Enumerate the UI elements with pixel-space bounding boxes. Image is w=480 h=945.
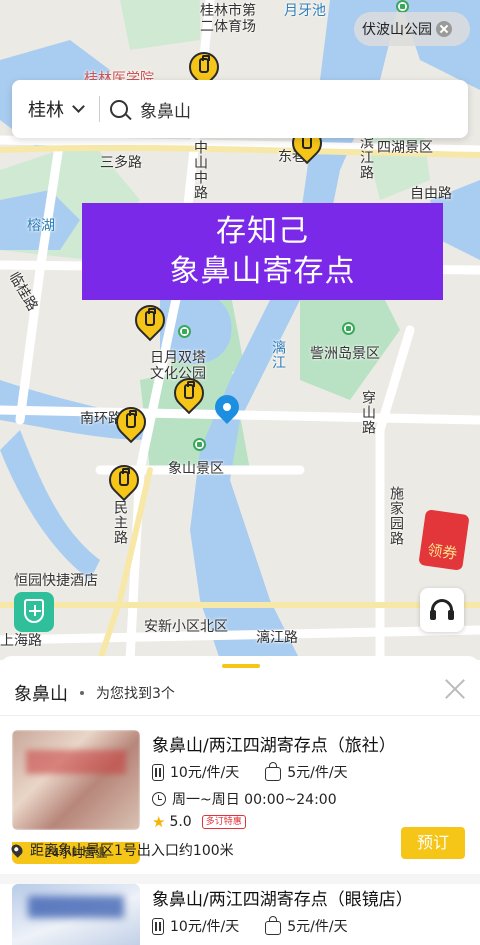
sheet-handle[interactable] (222, 664, 260, 668)
park-icon (342, 322, 355, 335)
customer-service-button[interactable] (420, 588, 464, 632)
store-photo (12, 730, 140, 830)
banner-line-2: 象鼻山寄存点 (169, 254, 356, 289)
divider (99, 96, 100, 122)
storage-pin[interactable] (167, 371, 211, 420)
bag-price: 5元/件/天 (287, 765, 348, 781)
luggage-price: 10元/件/天 (170, 765, 240, 781)
city-label: 桂林 (28, 100, 64, 121)
clock-icon (152, 792, 166, 806)
promo-badge: 多订特惠 (201, 815, 246, 829)
list-item[interactable]: 24小时营业 象鼻山/两江四湖寄存点（旅社） 10元/件/天 5元/件/天 周一… (0, 716, 480, 876)
store-name: 象鼻山/两江四湖寄存点（眼镜店） (152, 890, 413, 910)
luggage-price: 10元/件/天 (170, 919, 240, 935)
store-name: 象鼻山/两江四湖寄存点（旅社） (152, 736, 396, 756)
star-icon: ★ (152, 813, 166, 831)
map-label-hengyuan: 恒园快捷酒店 (14, 573, 98, 589)
map-label-zizhu: 自由路 (410, 186, 452, 202)
coupon-label: 领券 (418, 509, 470, 571)
camera-spot-icon (193, 438, 206, 451)
insurance-button[interactable] (14, 592, 54, 632)
chevron-down-icon (72, 100, 85, 113)
distance-text: 距离象山景区1号出入口约100米 (30, 843, 234, 859)
rating-value: 5.0 (169, 814, 192, 830)
headset-icon (430, 599, 454, 620)
map-view[interactable]: 桂林市第 二体育场 月牙池 桂林医学院 三多路 东巷 四湖景区 自由路 榕湖 临… (0, 0, 480, 660)
map-label-lijiang-road: 漓江路 (256, 630, 298, 646)
bag-price: 5元/件/天 (287, 919, 348, 935)
shield-icon (24, 599, 44, 623)
close-icon[interactable] (444, 678, 466, 700)
distance-row: 距离象山景区1号出入口约100米 (9, 840, 234, 860)
location-icon (9, 842, 25, 858)
results-sheet: 象鼻山 为您找到3个 24小时营业 象鼻山/两江四湖寄存点（旅社） 10元/件/… (0, 656, 480, 945)
search-input[interactable] (140, 99, 420, 119)
chip-label: 伏波山公园 (362, 22, 432, 38)
map-label-guilin-stadium-2: 二体育场 (200, 19, 256, 35)
location-pin-icon[interactable] (210, 390, 244, 431)
store-photo (12, 884, 140, 945)
city-selector[interactable]: 桂林 (12, 96, 85, 122)
list-item[interactable]: 象鼻山/两江四湖寄存点（眼镜店） 10元/件/天 5元/件/天 (0, 870, 480, 945)
dot-separator (80, 691, 84, 695)
price-row: 10元/件/天 5元/件/天 (152, 915, 348, 936)
price-row: 10元/件/天 5元/件/天 (152, 761, 348, 782)
map-label-zizhou: 訾洲岛景区 (310, 346, 380, 362)
storage-pin[interactable] (128, 298, 172, 347)
search-icon (110, 100, 128, 118)
sheet-title: 象鼻山 (14, 684, 68, 705)
promo-banner: 存知己 象鼻山寄存点 (82, 203, 443, 300)
sheet-header: 象鼻山 为您找到3个 (14, 680, 175, 706)
map-label-shijia: 施家园路 (388, 486, 404, 546)
bag-icon (265, 915, 282, 935)
map-label-chuanshan: 穿山路 (360, 390, 376, 435)
map-label-sanduo: 三多路 (100, 155, 142, 171)
park-icon (178, 325, 191, 338)
close-icon[interactable] (436, 21, 452, 37)
map-label-lijiang: 漓江 (270, 340, 286, 370)
bag-icon (265, 761, 282, 781)
map-label-yueya: 月牙池 (284, 3, 326, 19)
storage-pin[interactable] (109, 400, 153, 449)
map-label-anxin: 安新小区北区 (144, 619, 228, 635)
map-label-ronghu: 榕湖 (27, 218, 55, 234)
map-label-xiangshan: 象山景区 (168, 461, 224, 477)
hours-text: 周一~周日 00:00~24:00 (172, 792, 337, 808)
banner-line-1: 存知己 (216, 214, 309, 249)
map-label-zhongshan: 中山中路 (192, 140, 208, 200)
fubo-park-chip[interactable]: 伏波山公园 (354, 12, 470, 46)
map-label-binjiang: 滨江路 (358, 135, 374, 180)
storage-pin[interactable] (102, 458, 146, 507)
book-button[interactable]: 预订 (401, 827, 465, 859)
search-bar: 桂林 (12, 80, 468, 138)
result-count: 为您找到3个 (96, 686, 175, 702)
luggage-icon (152, 763, 164, 781)
map-label-sihu: 四湖景区 (377, 140, 433, 156)
rating-row: ★ 5.0 多订特惠 (152, 813, 246, 831)
coupon-button[interactable]: 领券 (418, 509, 476, 571)
map-label-shanghai: 上海路 (0, 633, 42, 649)
luggage-icon (152, 917, 164, 935)
hours-row: 周一~周日 00:00~24:00 (152, 789, 337, 809)
